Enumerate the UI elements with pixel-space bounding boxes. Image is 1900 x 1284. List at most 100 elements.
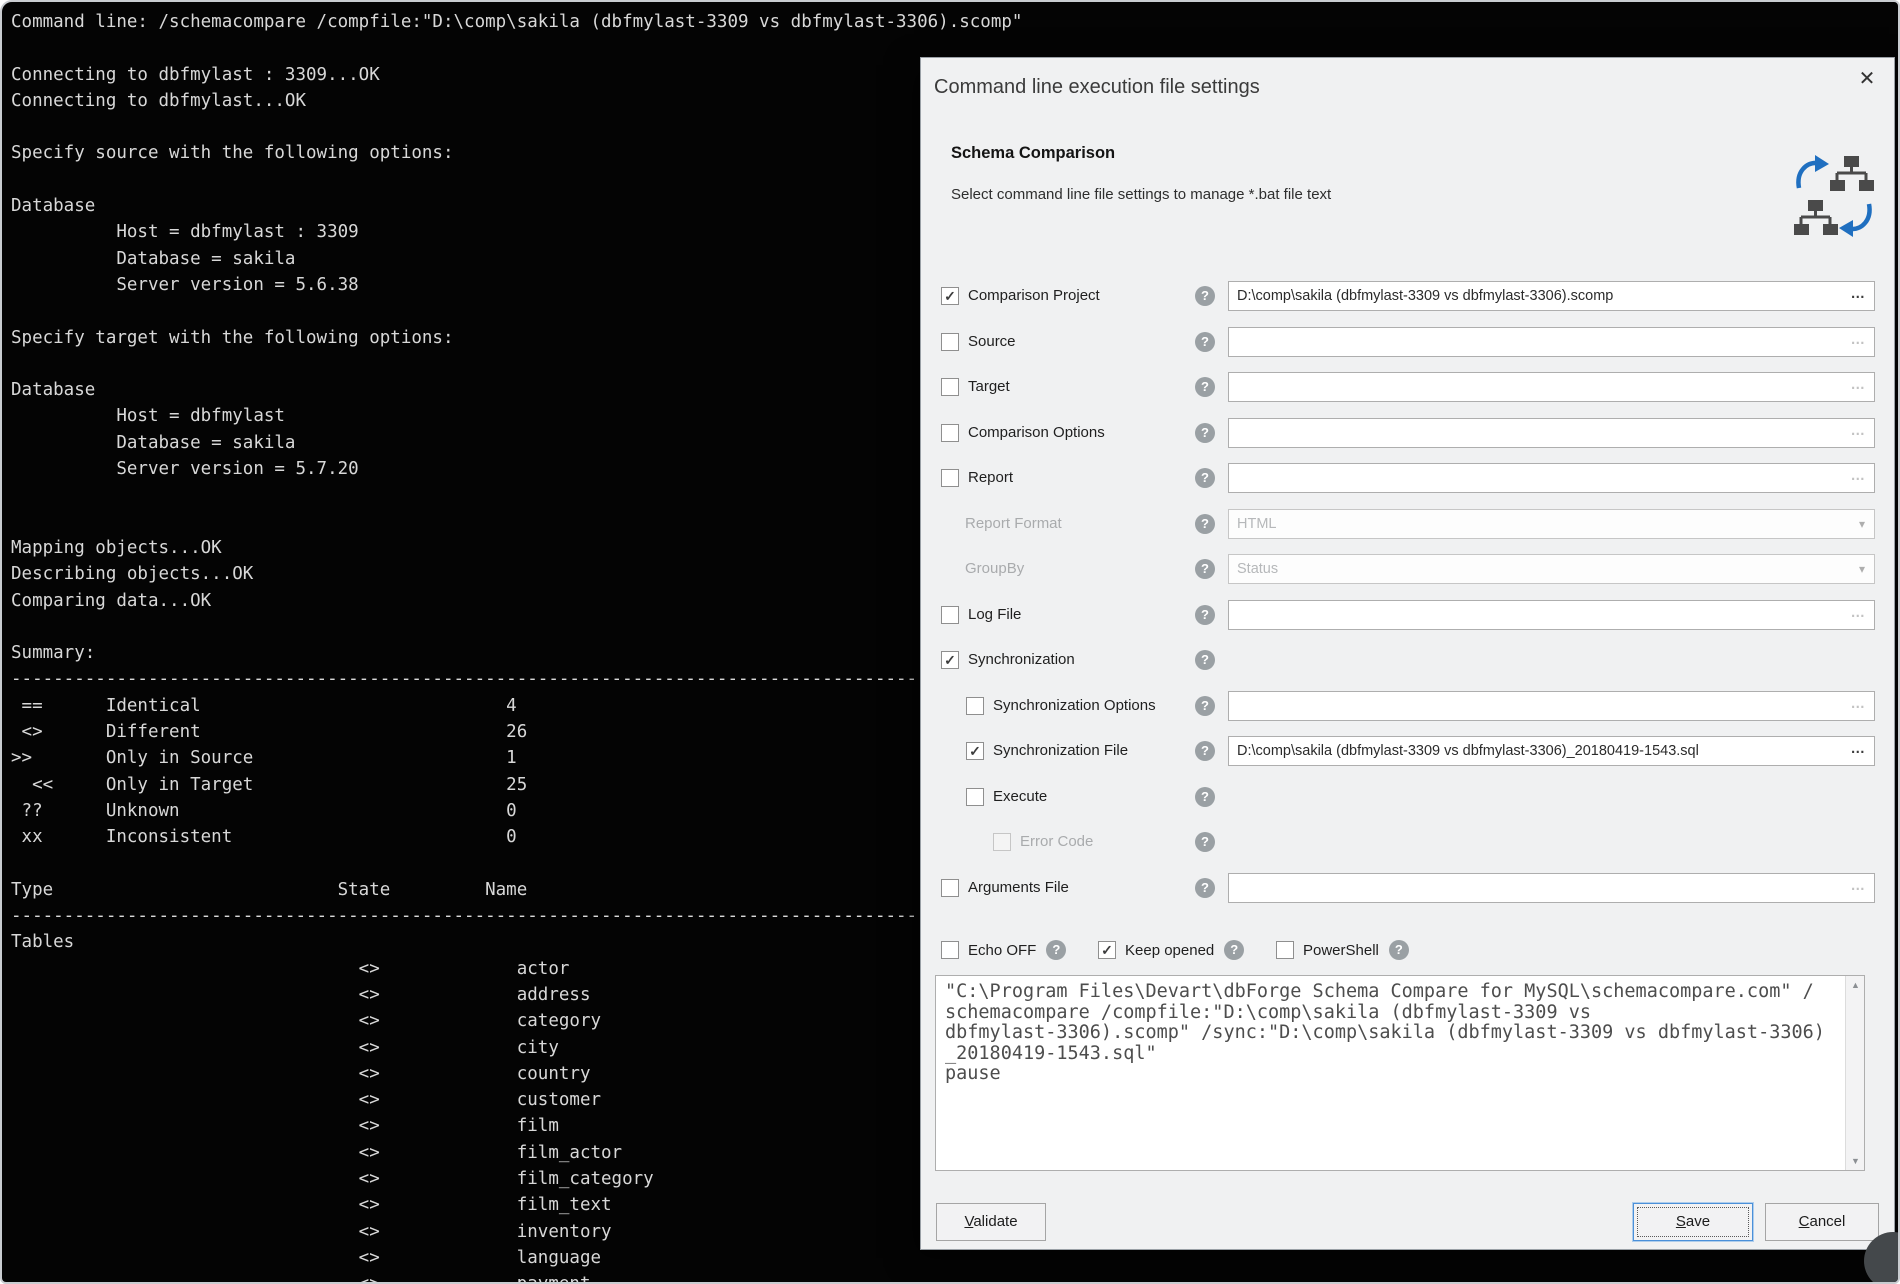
help-icon[interactable]: ?	[1389, 940, 1409, 960]
file-path-input[interactable]: …	[1228, 873, 1875, 903]
browse-ellipsis-button[interactable]: …	[1851, 328, 1867, 356]
file-path-input[interactable]: …	[1228, 463, 1875, 493]
file-path-input[interactable]: …	[1228, 372, 1875, 402]
dropdown-select: Status ▾	[1228, 554, 1875, 584]
browse-ellipsis-button[interactable]: …	[1851, 282, 1867, 310]
file-path-value	[1237, 419, 1844, 447]
help-icon[interactable]: ?	[1195, 878, 1215, 898]
browse-ellipsis-button[interactable]: …	[1851, 464, 1867, 492]
setting-checkbox[interactable]	[941, 333, 959, 351]
app-window: Command line: /schemacompare /compfile:"…	[0, 0, 1900, 1284]
help-icon[interactable]: ?	[1195, 286, 1215, 306]
help-icon[interactable]: ?	[1195, 605, 1215, 625]
setting-label: Report	[968, 462, 1013, 494]
setting-checkbox[interactable]: ✓	[941, 651, 959, 669]
file-path-value	[1237, 874, 1844, 902]
bat-file-text[interactable]: "C:\Program Files\Devart\dbForge Schema …	[936, 976, 1845, 1170]
dropdown-value: HTML	[1237, 510, 1844, 538]
option-label: Echo OFF	[968, 942, 1036, 959]
file-path-input[interactable]: …	[1228, 600, 1875, 630]
help-icon[interactable]: ?	[1195, 468, 1215, 488]
setting-row-arguments-file: Arguments File ? …	[921, 872, 1896, 904]
help-icon[interactable]: ?	[1195, 559, 1215, 579]
setting-checkbox[interactable]	[966, 788, 984, 806]
setting-checkbox[interactable]: ✓	[966, 742, 984, 760]
setting-checkbox[interactable]	[941, 606, 959, 624]
option-label: PowerShell	[1303, 942, 1379, 959]
help-icon[interactable]: ?	[1195, 696, 1215, 716]
browse-ellipsis-button[interactable]: …	[1851, 874, 1867, 902]
file-path-value	[1237, 692, 1844, 720]
browse-ellipsis-button[interactable]: …	[1851, 737, 1867, 765]
bat-option-echo-off: Echo OFF ?	[941, 934, 1066, 966]
browse-ellipsis-button[interactable]: …	[1851, 373, 1867, 401]
setting-checkbox[interactable]	[966, 697, 984, 715]
help-icon[interactable]: ?	[1224, 940, 1244, 960]
setting-label: Comparison Options	[968, 417, 1105, 449]
setting-row-report-format: Report Format ? HTML ▾	[921, 508, 1896, 540]
help-icon[interactable]: ?	[1195, 741, 1215, 761]
option-checkbox[interactable]	[1276, 941, 1294, 959]
bat-file-text-box: "C:\Program Files\Devart\dbForge Schema …	[935, 975, 1865, 1171]
browse-ellipsis-button[interactable]: …	[1851, 692, 1867, 720]
validate-button[interactable]: Validate	[936, 1203, 1046, 1241]
setting-label: Log File	[968, 599, 1021, 631]
browse-ellipsis-button[interactable]: …	[1851, 419, 1867, 447]
help-icon[interactable]: ?	[1046, 940, 1066, 960]
setting-label: Report Format	[965, 508, 1062, 540]
help-icon[interactable]: ?	[1195, 787, 1215, 807]
setting-label: Synchronization Options	[993, 690, 1156, 722]
scroll-down-icon[interactable]: ▼	[1846, 1152, 1865, 1170]
save-button[interactable]: Save	[1633, 1203, 1753, 1241]
cancel-button[interactable]: Cancel	[1765, 1203, 1879, 1241]
setting-label: Synchronization File	[993, 735, 1128, 767]
setting-row-comparison-project: ✓ Comparison Project ? D:\comp\sakila (d…	[921, 280, 1896, 312]
file-path-value	[1237, 328, 1844, 356]
setting-label: GroupBy	[965, 553, 1024, 585]
setting-row-log-file: Log File ? …	[921, 599, 1896, 631]
setting-row-synchronization-file: ✓ Synchronization File ? D:\comp\sakila …	[921, 735, 1896, 767]
help-icon[interactable]: ?	[1195, 332, 1215, 352]
setting-checkbox[interactable]	[941, 424, 959, 442]
file-path-input[interactable]: …	[1228, 418, 1875, 448]
help-icon[interactable]: ?	[1195, 377, 1215, 397]
help-icon[interactable]: ?	[1195, 423, 1215, 443]
bat-option-powershell: PowerShell ?	[1276, 934, 1409, 966]
setting-label: Execute	[993, 781, 1047, 813]
scroll-up-icon[interactable]: ▲	[1846, 976, 1865, 994]
help-icon[interactable]: ?	[1195, 832, 1215, 852]
setting-checkbox[interactable]: ✓	[941, 287, 959, 305]
help-icon[interactable]: ?	[1195, 650, 1215, 670]
file-path-input[interactable]: D:\comp\sakila (dbfmylast-3309 vs dbfmyl…	[1228, 736, 1875, 766]
file-path-input[interactable]: D:\comp\sakila (dbfmylast-3309 vs dbfmyl…	[1228, 281, 1875, 311]
scrollbar[interactable]: ▲ ▼	[1845, 976, 1864, 1170]
file-path-value	[1237, 601, 1844, 629]
setting-checkbox[interactable]	[941, 879, 959, 897]
setting-label: Arguments File	[968, 872, 1069, 904]
setting-row-execute: Execute ?	[921, 781, 1896, 813]
setting-label: Target	[968, 371, 1010, 403]
option-checkbox[interactable]: ✓	[1098, 941, 1116, 959]
browse-ellipsis-button[interactable]: …	[1851, 601, 1867, 629]
file-path-input[interactable]: …	[1228, 327, 1875, 357]
setting-row-target: Target ? …	[921, 371, 1896, 403]
setting-row-comparison-options: Comparison Options ? …	[921, 417, 1896, 449]
setting-row-synchronization-options: Synchronization Options ? …	[921, 690, 1896, 722]
option-checkbox[interactable]	[941, 941, 959, 959]
setting-checkbox[interactable]	[941, 378, 959, 396]
setting-checkbox[interactable]	[941, 469, 959, 487]
command-line-settings-dialog: Command line execution file settings ✕ S…	[920, 57, 1895, 1250]
bat-option-keep-opened: ✓ Keep opened ?	[1098, 934, 1244, 966]
help-icon[interactable]: ?	[1195, 514, 1215, 534]
chevron-down-icon: ▾	[1859, 510, 1865, 538]
setting-row-report: Report ? …	[921, 462, 1896, 494]
file-path-input[interactable]: …	[1228, 691, 1875, 721]
setting-label: Source	[968, 326, 1016, 358]
file-path-value: D:\comp\sakila (dbfmylast-3309 vs dbfmyl…	[1237, 282, 1844, 310]
file-path-value: D:\comp\sakila (dbfmylast-3309 vs dbfmyl…	[1237, 737, 1844, 765]
setting-label: Synchronization	[968, 644, 1075, 676]
bat-options-row: Echo OFF ? ✓ Keep opened ? PowerShell ?	[921, 934, 1896, 966]
chevron-down-icon: ▾	[1859, 555, 1865, 583]
setting-label: Error Code	[1020, 826, 1093, 858]
setting-row-groupby: GroupBy ? Status ▾	[921, 553, 1896, 585]
